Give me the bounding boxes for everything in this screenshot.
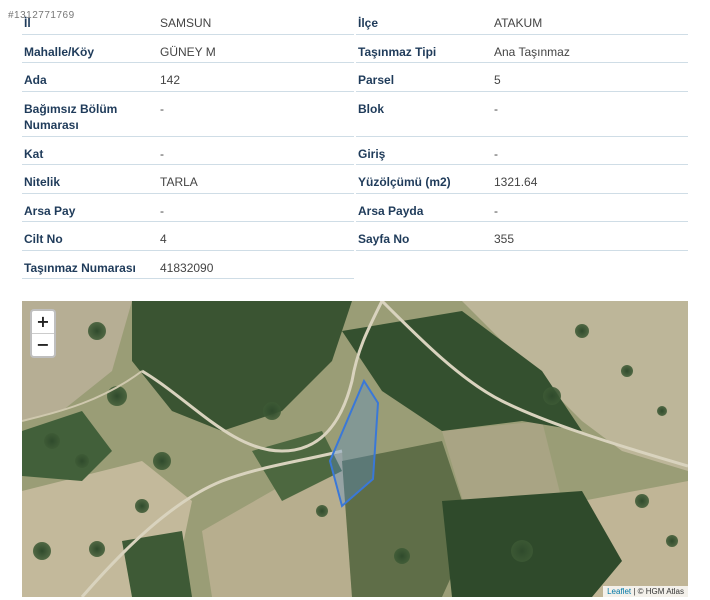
info-value: - [160,204,164,218]
info-value: 142 [160,73,181,87]
info-row-parsel: Parsel 5 [356,63,688,92]
info-value: 5 [494,73,501,87]
info-label: İl [24,16,31,30]
info-row-bagimsiz-bolum: Bağımsız Bölüm Numarası - [22,92,354,137]
info-value: - [494,102,498,116]
info-value: - [160,147,164,161]
info-row-ada: Ada 142 [22,63,354,92]
info-value: TARLA [160,175,198,189]
info-value: ATAKUM [494,16,543,30]
info-row-mahalle: Mahalle/Köy GÜNEY M [22,35,354,63]
info-row-sayfa-no: Sayfa No 355 [356,222,688,251]
zoom-out-button[interactable]: − [32,333,54,356]
info-label: Sayfa No [358,232,410,246]
info-row-yuzolcumu: Yüzölçümü (m2) 1321.64 [356,165,688,194]
info-value: SAMSUN [160,16,212,30]
info-row-il: İl SAMSUN [22,6,354,35]
info-row-tasinmaz-tipi: Taşınmaz Tipi Ana Taşınmaz [356,35,688,63]
parcel-info-left-column: İl SAMSUN Mahalle/Köy GÜNEY M Ada 142 Ba… [22,6,354,279]
map-attribution: Leaflet | © HGM Atlas [603,586,688,597]
satellite-imagery [22,301,688,597]
info-value: 1321.64 [494,175,538,189]
info-value: 355 [494,232,515,246]
info-row-giris: Giriş - [356,137,688,165]
info-label: Bağımsız Bölüm Numarası [24,102,118,132]
info-row-kat: Kat - [22,137,354,165]
info-value: - [494,204,498,218]
map-zoom-control: + − [30,309,56,358]
info-label: Arsa Payda [358,204,424,218]
info-label: Mahalle/Köy [24,45,95,59]
info-label: Blok [358,102,385,116]
info-label: Taşınmaz Numarası [24,261,136,275]
info-label: İlçe [358,16,379,30]
info-label: Arsa Pay [24,204,76,218]
info-label: Giriş [358,147,386,161]
info-row-blok: Blok - [356,92,688,137]
info-row-arsa-pay: Arsa Pay - [22,194,354,222]
parcel-info-right-column: İlçe ATAKUM Taşınmaz Tipi Ana Taşınmaz P… [356,6,688,251]
info-label: Ada [24,73,47,87]
info-label: Parsel [358,73,395,87]
info-row-cilt-no: Cilt No 4 [22,222,354,251]
leaflet-link[interactable]: Leaflet [607,587,631,596]
info-value: - [160,102,164,116]
info-value: 4 [160,232,167,246]
info-label: Kat [24,147,44,161]
info-label: Cilt No [24,232,63,246]
info-value: 41832090 [160,261,214,275]
info-label: Yüzölçümü (m2) [358,175,451,189]
attribution-source: HGM Atlas [645,587,684,596]
info-row-arsa-payda: Arsa Payda - [356,194,688,222]
info-row-tasinmaz-numarasi: Taşınmaz Numarası 41832090 [22,251,354,279]
zoom-in-button[interactable]: + [32,311,54,333]
info-value: GÜNEY M [160,45,216,59]
info-row-nitelik: Nitelik TARLA [22,165,354,194]
info-value: - [494,147,498,161]
info-value: Ana Taşınmaz [494,45,570,59]
info-row-ilce: İlçe ATAKUM [356,6,688,35]
attribution-separator: | © [631,587,646,596]
info-label: Taşınmaz Tipi [358,45,437,59]
satellite-map[interactable]: + − Leaflet | © HGM Atlas [22,301,688,597]
info-label: Nitelik [24,175,61,189]
